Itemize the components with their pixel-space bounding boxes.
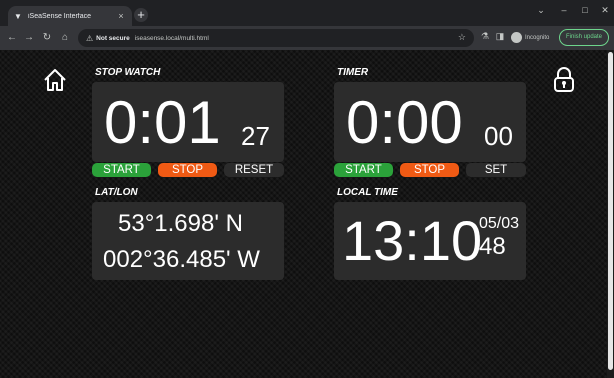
close-window-icon[interactable]: ✕ xyxy=(598,5,612,16)
stopwatch-reset-button[interactable]: RESET xyxy=(224,163,284,177)
local-date: 05/03 xyxy=(479,215,520,232)
timer-fraction: 00 xyxy=(484,121,513,151)
local-time-label: LOCAL TIME xyxy=(337,187,398,198)
address-bar[interactable]: ⚠ Not secure iseasense.local/multi.html … xyxy=(78,29,474,47)
tab-title: iSeaSense Interface xyxy=(28,12,92,20)
stopwatch-main-time: 0:01 xyxy=(104,89,221,156)
browser-chrome: ▼ iSeaSense Interface × + ⌄ – □ ✕ ← → ↻ … xyxy=(0,0,614,50)
incognito-label: Incognito xyxy=(525,34,550,41)
latitude-value: 53°1.698' N xyxy=(118,210,243,237)
security-label: Not secure xyxy=(96,34,130,42)
timer-set-button[interactable]: SET xyxy=(466,163,526,177)
tab-iseasense[interactable]: ▼ iSeaSense Interface × xyxy=(8,6,132,26)
minimize-icon[interactable]: – xyxy=(557,5,571,15)
side-panel-icon[interactable]: ◨ xyxy=(494,31,506,42)
timer-label: TIMER xyxy=(337,67,369,78)
new-tab-button[interactable]: + xyxy=(134,8,148,22)
warning-icon: ⚠ xyxy=(86,33,94,43)
back-icon[interactable]: ← xyxy=(5,31,19,45)
local-seconds: 48 xyxy=(479,233,506,260)
page-scrollbar[interactable] xyxy=(607,50,614,378)
local-time-display: 13:10 05/03 48 xyxy=(334,202,526,280)
tab-strip: ▼ iSeaSense Interface × + ⌄ – □ ✕ xyxy=(0,0,614,26)
timer-stop-button[interactable]: STOP xyxy=(400,163,459,177)
wifi-favicon-icon: ▼ xyxy=(14,11,22,21)
stopwatch-label: STOP WATCH xyxy=(95,67,161,78)
app-area: STOP WATCH 0:01 27 START STOP RESET TIME… xyxy=(0,50,614,378)
stopwatch-start-button[interactable]: START xyxy=(92,163,151,177)
forward-icon[interactable]: → xyxy=(22,31,36,45)
timer-display: 0:00 00 xyxy=(334,82,526,162)
stopwatch-stop-button[interactable]: STOP xyxy=(158,163,217,177)
lock-icon[interactable] xyxy=(553,67,575,93)
bookmark-star-icon[interactable]: ☆ xyxy=(458,32,466,43)
local-time-hhmm: 13:10 xyxy=(342,209,483,272)
tab-search-icon[interactable]: ⌄ xyxy=(534,5,548,16)
finish-update-button[interactable]: Finish update xyxy=(559,29,609,46)
timer-start-button[interactable]: START xyxy=(334,163,393,177)
reload-icon[interactable]: ↻ xyxy=(40,31,54,45)
stopwatch-display: 0:01 27 xyxy=(92,82,284,162)
longitude-value: 002°36.485' W xyxy=(103,246,260,273)
timer-main-time: 0:00 xyxy=(346,89,463,156)
latlon-display: 53°1.698' N 002°36.485' W xyxy=(92,202,284,280)
latlon-label: LAT/LON xyxy=(95,187,138,198)
incognito-indicator[interactable]: Incognito xyxy=(511,30,549,45)
home-icon[interactable] xyxy=(42,67,68,93)
url-text: iseasense.local/multi.html xyxy=(134,34,209,42)
browser-toolbar: ← → ↻ ⌂ ⚠ Not secure iseasense.local/mul… xyxy=(0,26,614,50)
incognito-icon xyxy=(511,32,522,43)
extensions-icon[interactable]: ⚗ xyxy=(479,31,491,42)
scrollbar-thumb[interactable] xyxy=(608,52,613,370)
maximize-icon[interactable]: □ xyxy=(578,5,592,15)
stopwatch-fraction: 27 xyxy=(241,121,270,151)
home-browser-icon[interactable]: ⌂ xyxy=(58,31,72,45)
tab-close-icon[interactable]: × xyxy=(116,11,126,21)
